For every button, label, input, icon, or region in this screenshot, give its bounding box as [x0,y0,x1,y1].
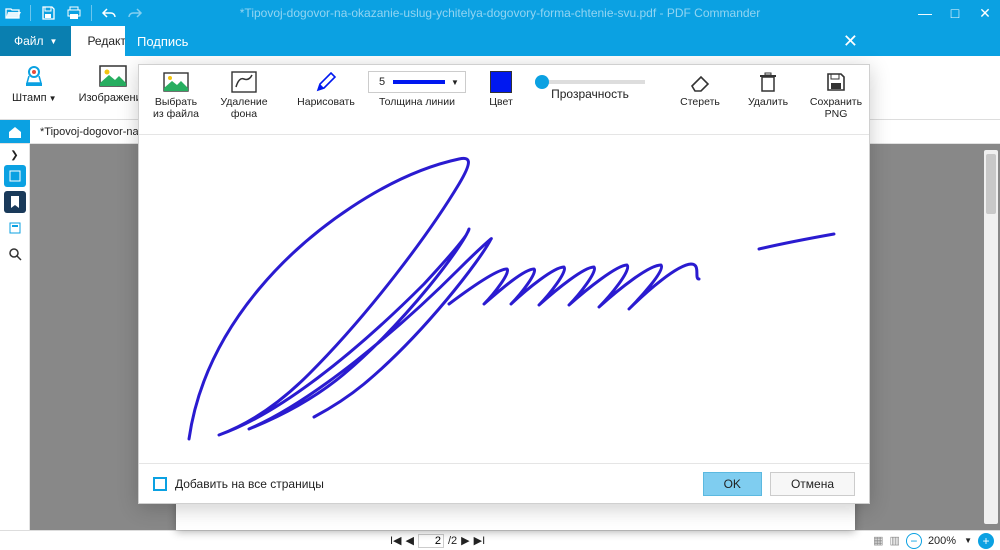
save-png-button[interactable]: Сохранить PNG [809,71,863,120]
color-swatch [490,71,512,93]
home-tab[interactable] [0,120,30,143]
open-icon[interactable] [0,0,26,26]
dialog-header: Подпись ✕ [125,26,870,56]
view-single-icon[interactable]: ▦ [873,534,883,547]
print-icon[interactable] [61,0,87,26]
stamp-button[interactable]: Штамп▼ [6,60,63,106]
view-facing-icon[interactable]: ▥ [890,534,900,547]
zoom-dropdown[interactable]: ▼ [964,536,972,545]
last-page-button[interactable]: ▶I [474,534,486,547]
choose-from-file-button[interactable]: Выбрать из файла [149,71,203,120]
file-menu[interactable]: Файл▼ [0,26,71,56]
expand-rail[interactable]: ❯ [10,150,18,161]
window-title: *Tipovoj-dogovor-na-okazanie-uslug-ychit… [0,6,1000,20]
search-icon[interactable] [4,243,26,265]
ok-button[interactable]: OK [703,472,762,496]
line-width-control[interactable]: 5 ▼ Толщина линии [367,71,467,108]
prev-page-button[interactable]: ◀ [406,534,414,547]
trash-icon [754,71,782,93]
undo-icon[interactable] [96,0,122,26]
cancel-button[interactable]: Отмена [770,472,855,496]
signature-canvas[interactable] [139,135,869,463]
redo-icon[interactable] [122,0,148,26]
bookmarks-icon[interactable] [4,191,26,213]
signature-dialog: Выбрать из файла Удаление фона Нарисоват… [138,64,870,504]
opacity-slider[interactable]: Прозрачность [535,71,645,101]
save-icon [822,71,850,93]
status-bar: I◀ ◀ /2 ▶ ▶I ▦ ▥ − 200% ▼ + [0,530,1000,550]
fields-icon[interactable] [4,217,26,239]
line-sample [393,80,445,84]
image-icon [97,62,129,90]
side-rail: ❯ [0,144,30,530]
zoom-out-button[interactable]: − [906,533,922,549]
stamp-icon [18,62,50,90]
delete-button[interactable]: Удалить [741,71,795,108]
next-page-button[interactable]: ▶ [461,534,469,547]
color-picker[interactable]: Цвет [481,71,521,108]
dialog-footer: Добавить на все страницы OK Отмена [139,463,869,503]
erase-button[interactable]: Стереть [673,71,727,108]
vertical-scrollbar[interactable] [984,150,998,524]
close-button[interactable]: ✕ [970,0,1000,26]
restore-button[interactable]: □ [940,0,970,26]
eraser-icon [686,71,714,93]
remove-bg-icon [230,71,258,93]
draw-button[interactable]: Нарисовать [299,71,353,108]
page-total: /2 [448,535,457,547]
save-icon[interactable] [35,0,61,26]
chevron-down-icon: ▼ [451,78,459,87]
dialog-title: Подпись [137,34,188,49]
thumbnails-icon[interactable] [4,165,26,187]
titlebar: *Tipovoj-dogovor-na-okazanie-uslug-ychit… [0,0,1000,26]
remove-bg-button[interactable]: Удаление фона [217,71,271,120]
first-page-button[interactable]: I◀ [390,534,402,547]
zoom-level: 200% [928,535,956,547]
dialog-toolbar: Выбрать из файла Удаление фона Нарисоват… [139,65,869,135]
add-all-pages-checkbox[interactable] [153,477,167,491]
page-input[interactable] [418,534,444,548]
page-nav: I◀ ◀ /2 ▶ ▶I [390,534,485,548]
pen-icon [312,71,340,93]
min-button[interactable]: — [910,0,940,26]
add-all-pages-label: Добавить на все страницы [175,477,324,491]
zoom-in-button[interactable]: + [978,533,994,549]
picture-icon [162,71,190,93]
dialog-close-button[interactable]: ✕ [843,31,858,52]
